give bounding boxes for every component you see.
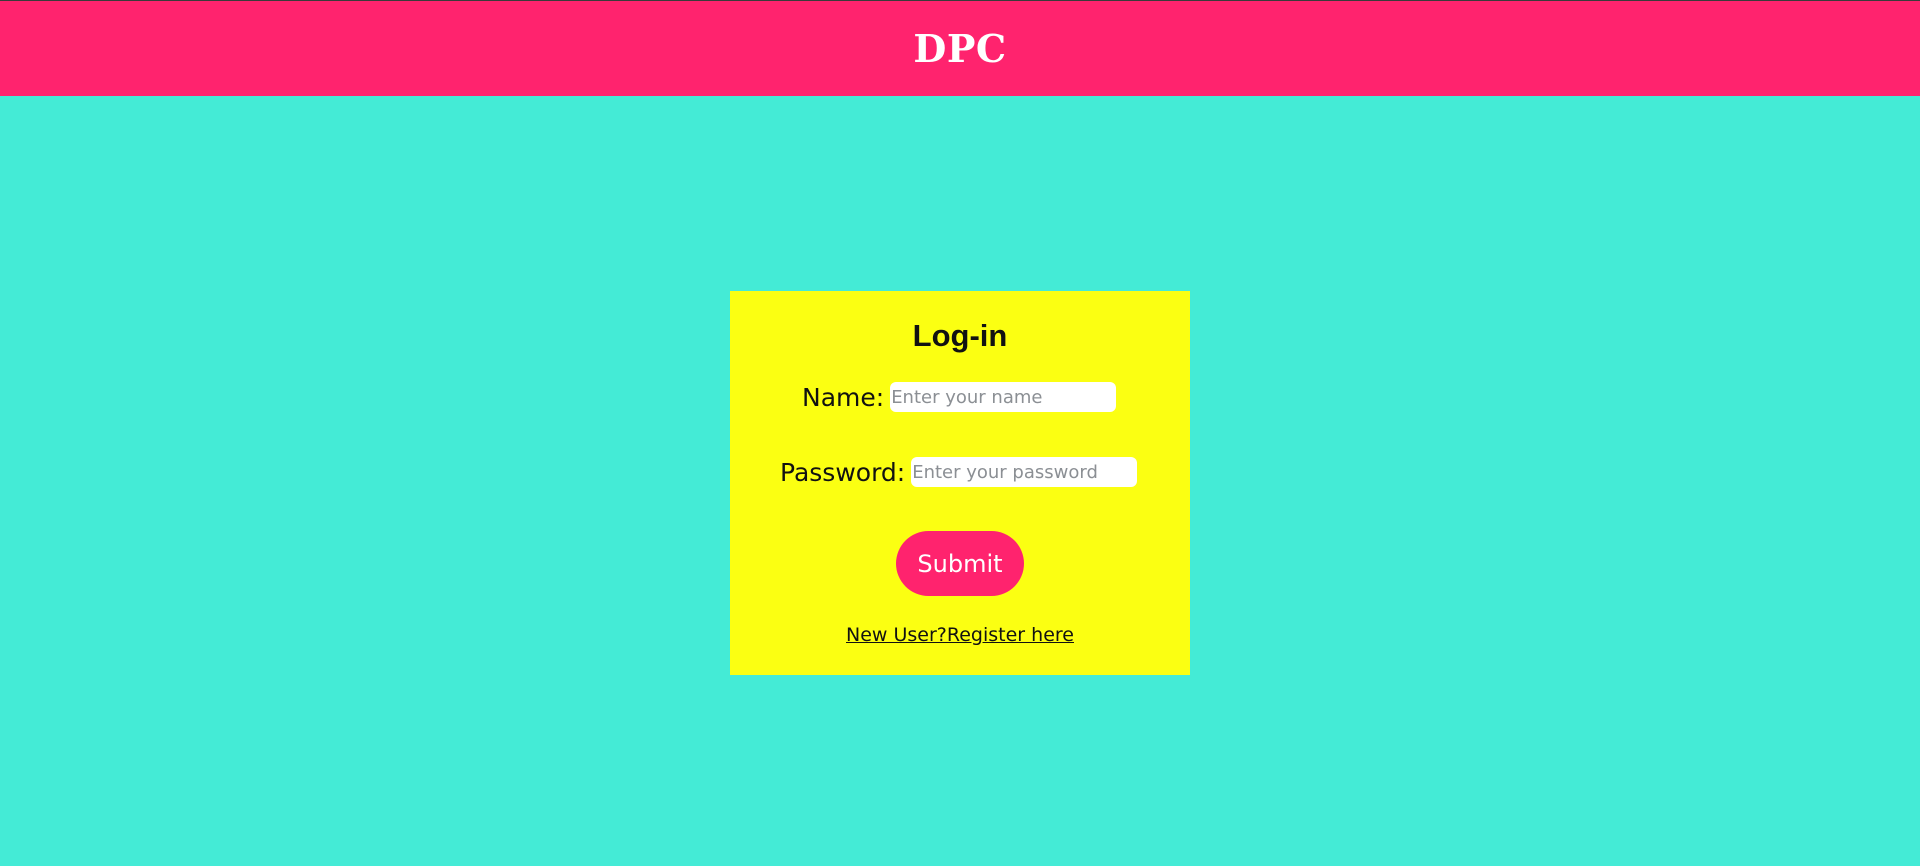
login-card: Log-in Name: Password: Submit New User?R… <box>730 291 1190 675</box>
brand-logo-text: DPC <box>913 26 1007 71</box>
name-label: Name: <box>802 382 885 412</box>
name-row: Name: <box>802 382 1117 412</box>
login-title: Log-in <box>912 318 1008 353</box>
password-label: Password: <box>780 457 906 487</box>
register-link[interactable]: New User?Register here <box>730 624 1190 646</box>
top-header-bar: DPC <box>0 0 1920 96</box>
name-input[interactable] <box>890 382 1117 412</box>
submit-button[interactable]: Submit <box>896 531 1024 596</box>
password-input[interactable] <box>911 457 1138 487</box>
password-row: Password: <box>780 457 1138 487</box>
